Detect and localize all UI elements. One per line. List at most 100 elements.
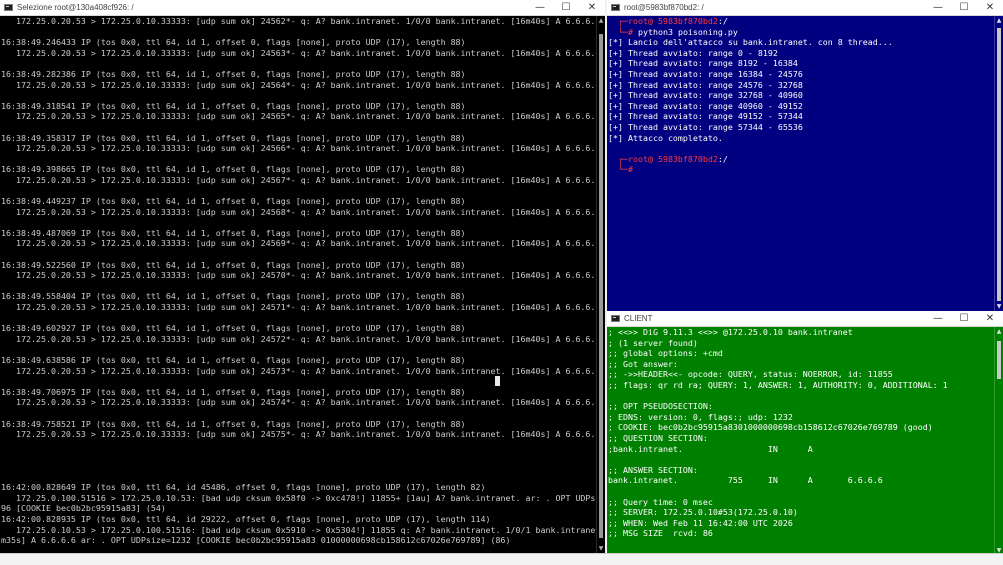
close-button[interactable]: ✕: [977, 311, 1003, 327]
output-line: ;bank.intranet. IN A: [608, 443, 813, 454]
prompt-user: root@ 5983bf870bd2: [627, 153, 718, 164]
window-title: root@5983bf870bd2: /: [624, 3, 704, 12]
output-line: 172.25.0.10.53 > 172.25.0.100.51516: [ba…: [1, 524, 596, 535]
output-line: 16:38:49.558404 IP (tos 0x0, ttl 64, id …: [1, 291, 466, 302]
title-bar[interactable]: CLIENT — ☐ ✕: [607, 311, 1003, 327]
output-line: 16:38:49.758521 IP (tos 0x0, ttl 64, id …: [1, 418, 466, 429]
window-title: CLIENT: [624, 314, 653, 323]
minimize-button[interactable]: —: [527, 0, 553, 16]
scroll-up-icon[interactable]: ▲: [995, 327, 1003, 336]
close-button[interactable]: ✕: [977, 0, 1003, 16]
output-line: 172.25.0.20.53 > 172.25.0.10.33333: [udp…: [1, 47, 596, 58]
output-line: 172.25.0.20.53 > 172.25.0.10.33333: [udp…: [1, 397, 596, 408]
minimize-button[interactable]: —: [925, 0, 951, 16]
scroll-down-icon[interactable]: ▼: [597, 544, 605, 553]
output-line: 16:38:49.358317 IP (tos 0x0, ttl 64, id …: [1, 132, 466, 143]
output-line: ;; flags: qr rd ra; QUERY: 1, ANSWER: 1,…: [608, 379, 948, 390]
minimize-button[interactable]: —: [925, 311, 951, 327]
output-line: ;; OPT PSEUDOSECTION:: [608, 401, 713, 412]
maximize-button[interactable]: ☐: [951, 311, 977, 327]
output-line: 172.25.0.20.53 > 172.25.0.10.33333: [udp…: [1, 238, 596, 249]
tcpdump-terminal-window[interactable]: Selezione root@130a408cf926: / — ☐ ✕ 172…: [0, 0, 605, 553]
vertical-scrollbar[interactable]: ▲ ▼: [994, 16, 1003, 311]
terminal-output[interactable]: ┌─root@ 5983bf870bd2:/ └─# python3 poiso…: [607, 16, 994, 311]
vertical-scrollbar[interactable]: ▲ ▼: [596, 16, 605, 553]
client-terminal-window[interactable]: CLIENT — ☐ ✕ ; <<>> DiG 9.11.3 <<>> @172…: [607, 311, 1003, 555]
output-line: 172.25.0.20.53 > 172.25.0.10.33333: [udp…: [1, 270, 596, 281]
terminal-output[interactable]: 172.25.0.20.53 > 172.25.0.10.33333: [udp…: [0, 16, 596, 553]
output-line: 172.25.0.20.53 > 172.25.0.10.33333: [udp…: [1, 174, 596, 185]
output-line: ;; global options: +cmd: [608, 348, 723, 359]
output-line: [*] Lancio dell'attacco su bank.intranet…: [608, 37, 893, 48]
maximize-button[interactable]: ☐: [553, 0, 579, 16]
prompt-path: :/: [717, 16, 728, 26]
scrollbar-thumb[interactable]: [997, 28, 1001, 301]
attacker-terminal-window[interactable]: root@5983bf870bd2: / — ☐ ✕ ┌─root@ 5983b…: [607, 0, 1003, 311]
output-line: 172.25.0.20.53 > 172.25.0.10.33333: [udp…: [1, 79, 596, 90]
scrollbar-thumb[interactable]: [997, 341, 1001, 379]
output-line: 172.25.0.20.53 > 172.25.0.10.33333: [udp…: [1, 16, 596, 26]
prompt-user: root@ 5983bf870bd2: [627, 16, 718, 26]
output-line: [+] Thread avviato: range 8192 - 16384: [608, 58, 798, 69]
output-line: [+] Thread avviato: range 32768 - 40960: [608, 90, 803, 101]
output-line: 16:38:49.706975 IP (tos 0x0, ttl 64, id …: [1, 386, 466, 397]
output-line: 172.25.0.20.53 > 172.25.0.10.33333: [udp…: [1, 143, 596, 154]
scroll-up-icon[interactable]: ▲: [995, 16, 1003, 25]
output-line: [*] Attacco completato.: [608, 132, 723, 143]
output-line: 16:38:49.449237 IP (tos 0x0, ttl 64, id …: [1, 196, 466, 207]
prompt-line: ┌─root@ 5983bf870bd2:/: [608, 16, 728, 26]
text-cursor: [495, 376, 500, 386]
terminal-icon: [4, 4, 13, 11]
output-line: 172.25.0.20.53 > 172.25.0.10.33333: [udp…: [1, 111, 596, 122]
output-line: [+] Thread avviato: range 24576 - 32768: [608, 79, 803, 90]
output-line: 16:42:00.828935 IP (tos 0x0, ttl 64, id …: [1, 513, 491, 524]
output-line: 16:38:49.398665 IP (tos 0x0, ttl 64, id …: [1, 164, 466, 175]
vertical-scrollbar[interactable]: ▲ ▼: [994, 327, 1003, 555]
terminal-output[interactable]: ; <<>> DiG 9.11.3 <<>> @172.25.0.10 bank…: [607, 327, 994, 555]
output-line: ;; Query time: 0 msec: [608, 496, 713, 507]
output-line: [+] Thread avviato: range 57344 - 65536: [608, 121, 803, 132]
output-line: 16:38:49.282386 IP (tos 0x0, ttl 64, id …: [1, 68, 466, 79]
close-button[interactable]: ✕: [579, 0, 605, 16]
output-line: ;; WHEN: Wed Feb 11 16:42:00 UTC 2026: [608, 517, 793, 528]
output-line: [+] Thread avviato: range 40960 - 49152: [608, 100, 803, 111]
output-line: ; EDNS: version: 0, flags:; udp: 1232: [608, 411, 793, 422]
scroll-down-icon[interactable]: ▼: [995, 302, 1003, 311]
output-line: ;; SERVER: 172.25.0.10#53(172.25.0.10): [608, 507, 798, 518]
output-line: 172.25.0.20.53 > 172.25.0.10.33333: [udp…: [1, 206, 596, 217]
output-line: m35s] A 6.6.6.6 ar: . OPT UDPsize=1232 […: [1, 535, 511, 546]
output-line: [+] Thread avviato: range 49152 - 57344: [608, 111, 803, 122]
output-line: ;; MSG SIZE rcvd: 86: [608, 528, 713, 539]
input-line[interactable]: └─#: [608, 164, 994, 175]
output-line: ;; QUESTION SECTION:: [608, 432, 708, 443]
output-line: ; (1 server found): [608, 337, 698, 348]
output-line: ;; ANSWER SECTION:: [608, 464, 698, 475]
scrollbar-thumb[interactable]: [599, 34, 603, 538]
title-bar[interactable]: root@5983bf870bd2: / — ☐ ✕: [607, 0, 1003, 16]
output-line: 16:38:49.522560 IP (tos 0x0, ttl 64, id …: [1, 259, 466, 270]
terminal-icon: [611, 315, 620, 322]
prompt-symbol: #: [627, 164, 633, 175]
title-bar[interactable]: Selezione root@130a408cf926: / — ☐ ✕: [0, 0, 605, 16]
desktop-strip: [0, 553, 1003, 565]
output-line: ;; Got answer:: [608, 358, 678, 369]
output-line: 16:38:49.602927 IP (tos 0x0, ttl 64, id …: [1, 323, 466, 334]
output-line: ; COOKIE: bec0b2bc95915a8301000000698cb1…: [608, 422, 933, 433]
output-line: 16:42:00.828649 IP (tos 0x0, ttl 64, id …: [1, 482, 486, 493]
script-output: [*] Lancio dell'attacco su bank.intranet…: [608, 37, 994, 143]
prompt-line: ┌─root@ 5983bf870bd2:/: [608, 153, 728, 164]
maximize-button[interactable]: ☐: [951, 0, 977, 16]
command-text: python3 poisoning.py: [637, 26, 738, 37]
scroll-up-icon[interactable]: ▲: [597, 16, 605, 25]
